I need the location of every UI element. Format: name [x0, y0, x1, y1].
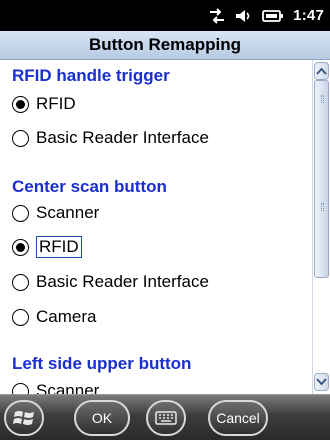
radio-option-camera[interactable]: Camera [12, 304, 96, 330]
radio-button-selected[interactable] [12, 95, 29, 113]
radio-button[interactable] [12, 129, 29, 147]
data-connection-icon[interactable] [208, 7, 226, 24]
radio-option-label: Basic Reader Interface [36, 128, 209, 147]
volume-icon[interactable] [235, 8, 253, 24]
chevron-up-icon [316, 67, 327, 75]
radio-option-rfid[interactable]: RFID [12, 91, 76, 117]
cancel-button-label: Cancel [216, 410, 260, 426]
section-heading-rfid-handle-trigger: RFID handle trigger [12, 66, 170, 85]
radio-option-label: Basic Reader Interface [36, 272, 209, 291]
status-time[interactable]: 1:47 [293, 7, 324, 24]
settings-list[interactable]: RFID handle trigger RFID Basic Reader In… [0, 60, 312, 394]
softkey-bar: OK Cancel [0, 394, 330, 440]
radio-button[interactable] [12, 204, 29, 222]
cancel-button[interactable]: Cancel [208, 400, 268, 436]
keyboard-button[interactable] [146, 400, 186, 436]
radio-option-basic-reader-interface[interactable]: Basic Reader Interface [12, 125, 209, 151]
radio-option-label: Camera [36, 307, 97, 326]
keyboard-icon [155, 411, 177, 425]
radio-button[interactable] [12, 308, 29, 326]
radio-option-scanner[interactable]: Scanner [12, 378, 99, 394]
windows-start-icon [13, 411, 34, 425]
ok-button[interactable]: OK [74, 400, 130, 436]
radio-option-scanner[interactable]: Scanner [12, 200, 99, 226]
radio-option-label: RFID [36, 94, 76, 113]
scroll-up-button[interactable] [314, 62, 329, 80]
radio-option-label: RFID [36, 236, 82, 258]
radio-option-rfid-focused[interactable]: RFID [12, 234, 82, 260]
radio-option-basic-reader-interface[interactable]: Basic Reader Interface [12, 269, 209, 295]
radio-button[interactable] [12, 382, 29, 394]
title-bar: Button Remapping [0, 31, 330, 60]
chevron-down-icon [316, 378, 327, 386]
ok-button-label: OK [91, 410, 113, 426]
page-title: Button Remapping [88, 35, 242, 54]
battery-icon[interactable] [262, 9, 284, 23]
scroll-thumb[interactable] [314, 80, 329, 278]
section-heading-left-side-upper-button: Left side upper button [12, 354, 192, 373]
radio-button-selected[interactable] [12, 238, 29, 256]
radio-button[interactable] [12, 273, 29, 291]
section-heading-center-scan-button: Center scan button [12, 177, 167, 196]
vertical-scrollbar[interactable] [312, 60, 330, 394]
scroll-down-button[interactable] [314, 373, 329, 391]
start-button[interactable] [4, 400, 44, 436]
radio-option-label: Scanner [36, 203, 100, 222]
radio-option-label: Scanner [36, 381, 100, 394]
status-bar: 1:47 [0, 0, 330, 31]
